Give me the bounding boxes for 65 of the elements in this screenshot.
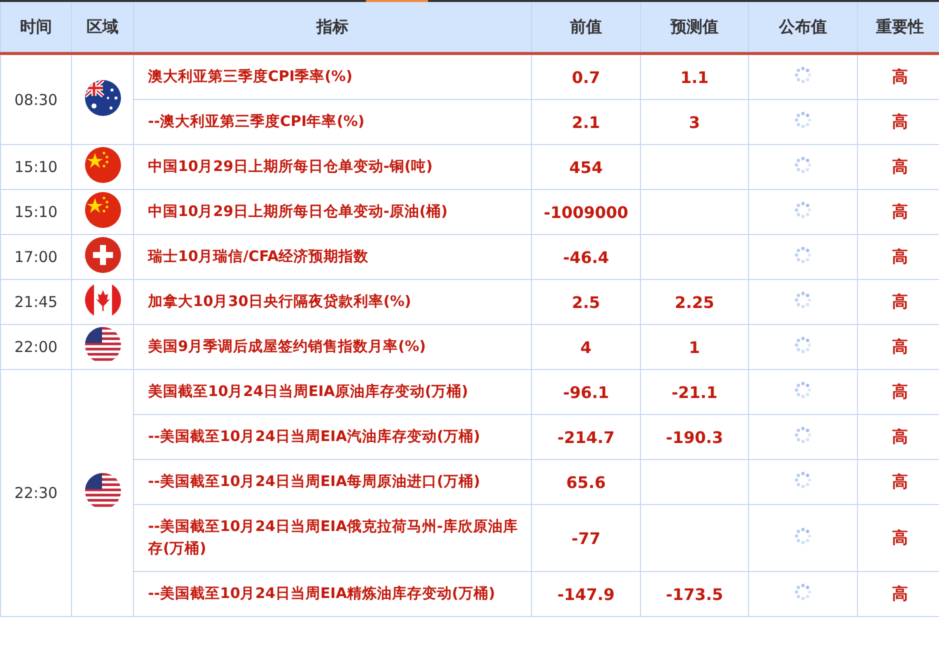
forecast-value: 1 [640,324,748,370]
column-header: 预测值 [640,2,748,54]
flag-icon [84,282,120,318]
time-cell: 15:10 [0,144,72,190]
indicator-name[interactable]: 中国10月29日上期所每日仓单变动-原油(桶) [134,190,532,234]
previous-value: -147.9 [532,572,640,616]
loading-spinner-icon [794,66,812,84]
loading-spinner-icon [794,156,812,174]
time-cell: 08:30 [0,54,72,144]
loading-spinner-icon [794,336,812,354]
column-header: 公布值 [748,2,858,54]
indicator-name[interactable]: 澳大利亚第三季度CPI季率(%) [134,54,532,100]
previous-value: 0.7 [532,54,640,100]
indicator-name[interactable]: --美国截至10月24日当周EIA每周原油进口(万桶) [134,460,532,504]
previous-value: 4 [532,324,640,370]
column-header: 重要性 [858,2,939,54]
loading-spinner-icon [794,527,812,545]
time-cell: 15:10 [0,190,72,234]
previous-value: -46.4 [532,234,640,280]
loading-spinner-icon [794,291,812,309]
indicator-name[interactable]: 美国9月季调后成屋签约销售指数月率(%) [134,324,532,370]
forecast-value: 2.25 [640,280,748,324]
indicator-name[interactable]: --美国截至10月24日当周EIA汽油库存变动(万桶) [134,414,532,460]
forecast-value: 3 [640,100,748,144]
flag-icon [84,237,120,273]
column-header: 前值 [532,2,640,54]
flag-icon [84,192,120,228]
loading-spinner-icon [794,426,812,444]
flag-icon [84,327,120,363]
time-cell: 21:45 [0,280,72,324]
previous-value: 454 [532,144,640,190]
previous-value: 2.1 [532,100,640,144]
column-header: 指标 [134,2,532,54]
flag-icon [84,473,120,509]
previous-value: 65.6 [532,460,640,504]
column-header: 时间 [0,2,72,54]
previous-value: -214.7 [532,414,640,460]
flag-icon [84,147,120,183]
loading-spinner-icon [794,201,812,219]
forecast-value: -190.3 [640,414,748,460]
indicator-name[interactable]: 瑞士10月瑞信/CFA经济预期指数 [134,234,532,280]
time-cell: 22:00 [0,324,72,370]
column-header: 区域 [72,2,134,54]
previous-value: 2.5 [532,280,640,324]
loading-spinner-icon [794,381,812,399]
indicator-name[interactable]: --美国截至10月24日当周EIA俄克拉荷马州-库欣原油库存(万桶) [134,504,532,572]
loading-spinner-icon [794,471,812,489]
time-cell: 17:00 [0,234,72,280]
previous-value: -96.1 [532,370,640,414]
forecast-value: -173.5 [640,572,748,616]
indicator-name[interactable]: 加拿大10月30日央行隔夜贷款利率(%) [134,280,532,324]
flag-icon [84,80,120,116]
loading-spinner-icon [794,246,812,264]
indicator-name[interactable]: 中国10月29日上期所每日仓单变动-铜(吨) [134,144,532,190]
previous-value: -77 [532,504,640,572]
indicator-name[interactable]: 美国截至10月24日当周EIA原油库存变动(万桶) [134,370,532,414]
forecast-value: 1.1 [640,54,748,100]
previous-value: -1009000 [532,190,640,234]
forecast-value: -21.1 [640,370,748,414]
indicator-name[interactable]: --澳大利亚第三季度CPI年率(%) [134,100,532,144]
time-cell: 22:30 [0,370,72,616]
indicator-name[interactable]: --美国截至10月24日当周EIA精炼油库存变动(万桶) [134,572,532,616]
tab-indicator [366,0,428,2]
loading-spinner-icon [794,583,812,601]
loading-spinner-icon [794,111,812,129]
